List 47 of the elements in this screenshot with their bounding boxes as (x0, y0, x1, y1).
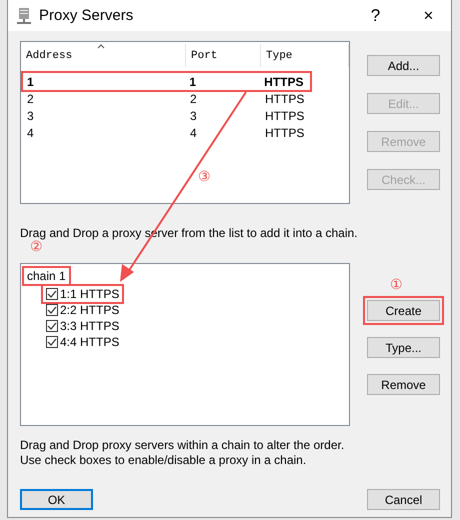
step-marker: ② (30, 238, 43, 254)
chain-action-button[interactable]: Create (367, 300, 440, 321)
table-cell-text: HTTPS (264, 126, 306, 140)
column-header[interactable]: Address (21, 44, 186, 67)
table-row[interactable]: 1 1 HTTPS (23, 73, 310, 90)
column-header[interactable]: Type (261, 44, 349, 67)
table-cell-text: 1 (26, 74, 35, 88)
table-cell-text: 1 (188, 74, 198, 88)
checkbox[interactable] (46, 288, 58, 300)
chain-item-label: 2:2 HTTPS (60, 303, 120, 317)
table-cell-text: 3 (189, 108, 198, 122)
step-marker: ① (390, 276, 403, 292)
usage-hint: Use check boxes to enable/disable a proxy in a chain. (20, 453, 308, 468)
checkbox[interactable] (46, 304, 58, 316)
checkbox[interactable] (46, 320, 58, 332)
chain-item[interactable]: 3:3 HTTPS (43, 318, 122, 334)
table-cell-text: 2 (26, 92, 35, 106)
chain-action-button[interactable]: Remove (367, 374, 440, 395)
ok-button[interactable]: OK (20, 489, 93, 510)
column-header[interactable]: Port (186, 44, 261, 67)
table-row[interactable]: 2 2 HTTPS (23, 90, 347, 107)
chain-item-label: 3:3 HTTPS (60, 319, 120, 333)
table-cell-text: 2 (189, 92, 198, 106)
usage-hint: Drag and Drop proxy servers within a chain to alter the order. (20, 438, 346, 453)
chain-name[interactable]: chain 1 (24, 268, 69, 284)
table-cell-text: 3 (26, 108, 35, 122)
chain-item-label: 4:4 HTTPS (60, 335, 120, 349)
table-cell-text: 4 (189, 126, 198, 140)
server-icon (17, 8, 31, 24)
chain-item[interactable]: 2:2 HTTPS (43, 302, 122, 318)
table-cell-text: 4 (26, 126, 35, 140)
table-cell-text: HTTPS (264, 108, 306, 122)
step-marker: ③ (198, 168, 211, 184)
list-action-button[interactable]: Add... (367, 55, 440, 76)
table-cell-text: HTTPS (263, 74, 305, 88)
table-row[interactable]: 4 4 HTTPS (23, 124, 347, 141)
chain-action-button[interactable]: Type... (367, 337, 440, 358)
table-row[interactable]: 3 3 HTTPS (23, 107, 347, 124)
checkbox[interactable] (46, 336, 58, 348)
close-button[interactable]: × (406, 6, 451, 26)
chain-item-label: 1:1 HTTPS (60, 287, 120, 301)
window-title: Proxy Servers (39, 7, 134, 24)
help-button[interactable]: ? (353, 6, 398, 26)
chain-item[interactable]: 1:1 HTTPS (43, 286, 122, 302)
chain-item[interactable]: 4:4 HTTPS (43, 334, 122, 350)
table-cell-text: HTTPS (264, 92, 306, 106)
cancel-button[interactable]: Cancel (367, 489, 440, 510)
